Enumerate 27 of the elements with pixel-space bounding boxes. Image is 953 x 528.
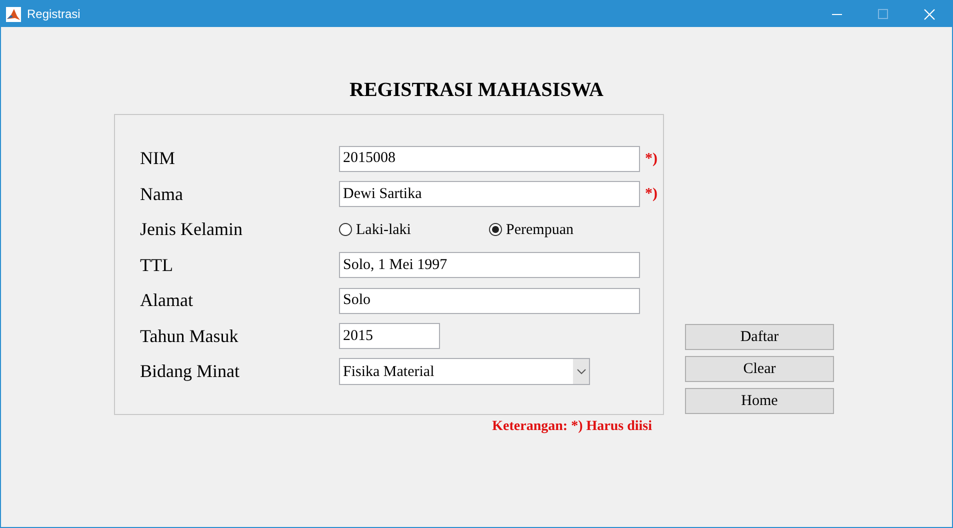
window-title: Registrasi (27, 6, 80, 23)
required-note: Keterangan: *) Harus diisi (492, 418, 652, 436)
text-field[interactable]: Solo, 1 Mei 1997 (339, 252, 640, 278)
dropdown[interactable]: Fisika Material (339, 358, 590, 386)
field-label: NIM (140, 147, 176, 170)
action-button[interactable]: Clear (685, 356, 834, 382)
field-label: Nama (140, 182, 184, 206)
required-mark: *) (645, 150, 658, 168)
action-button[interactable]: Daftar (685, 324, 834, 350)
chevron-down-icon (573, 359, 589, 384)
radio-button[interactable] (339, 223, 352, 236)
field-label: Tahun Masuk (140, 324, 240, 348)
action-button[interactable]: Home (685, 388, 834, 414)
text-field[interactable]: 2015 (339, 323, 440, 350)
field-label: Bidang Minat (140, 360, 240, 384)
text-field[interactable]: Solo (339, 288, 640, 314)
radio-option[interactable]: Laki-laki (339, 218, 489, 241)
form-heading: REGISTRASI MAHASISWA (350, 78, 604, 103)
text-field[interactable]: Dewi Sartika (339, 181, 640, 208)
text-field[interactable]: 2015008 (339, 146, 640, 172)
required-mark: *) (645, 185, 658, 204)
radio-button[interactable] (489, 223, 502, 236)
field-label: Alamat (140, 289, 194, 312)
radio-option[interactable]: Perempuan (489, 218, 574, 241)
peak-logo-icon (6, 6, 21, 22)
field-label: TTL (140, 254, 174, 277)
field-label: Jenis Kelamin (140, 218, 244, 242)
